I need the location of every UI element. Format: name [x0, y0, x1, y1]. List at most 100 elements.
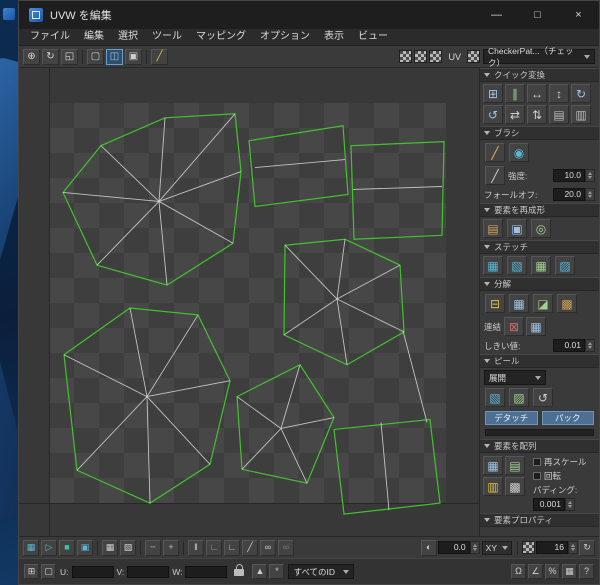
pen-edit-icon[interactable]: ╱	[242, 539, 258, 556]
make-square-icon[interactable]: ▣	[507, 219, 527, 238]
section-header-peel[interactable]: ピール	[480, 354, 599, 368]
paint-select-icon[interactable]: ╱	[151, 48, 168, 65]
peel-mode-icon[interactable]: ▧	[485, 388, 505, 407]
reset-peel-icon[interactable]: ↺	[533, 388, 553, 407]
snap-grid-icon[interactable]: ▧	[120, 539, 136, 556]
angle-snap-icon[interactable]: ∠	[528, 564, 543, 579]
uv-island[interactable]	[248, 125, 349, 208]
explode-by-material-icon[interactable]: ▩	[557, 294, 577, 313]
menu-options[interactable]: オプション	[253, 29, 317, 45]
material-id-filter[interactable]: すべてのID	[288, 564, 355, 579]
link-icon[interactable]: ∞	[260, 539, 276, 556]
strength-spinner[interactable]: 10.0	[553, 169, 595, 182]
freeform-mode-icon[interactable]: ▢	[87, 48, 104, 65]
freeze-icon[interactable]: *	[269, 564, 285, 579]
padding-spinner[interactable]: 0.001	[533, 498, 597, 511]
stitch-to-average-icon[interactable]: ▦	[531, 256, 551, 275]
lock-selection-icon[interactable]	[234, 564, 245, 576]
mirror-mode-icon[interactable]: ◫	[106, 48, 123, 65]
offset-mode-icon[interactable]: ▢	[41, 564, 56, 579]
spin-up-icon[interactable]	[588, 171, 592, 175]
scale-tool-icon[interactable]: ◱	[61, 48, 78, 65]
move-tool-icon[interactable]: ⊕	[23, 48, 40, 65]
move-horizontal-icon[interactable]: ╌	[145, 539, 161, 556]
show-map-icon[interactable]: ▷	[41, 539, 57, 556]
close-button[interactable]: ×	[558, 1, 599, 29]
spin-down-icon[interactable]	[588, 195, 592, 199]
section-header-stitch[interactable]: ステッチ	[480, 240, 599, 254]
show-grid-3d-icon[interactable]: ▣	[77, 539, 93, 556]
section-header-brush[interactable]: ブラシ	[480, 126, 599, 140]
menu-select[interactable]: 選択	[111, 29, 145, 45]
section-header-quick-transform[interactable]: クイック変換	[480, 68, 599, 82]
spin-up-icon[interactable]	[588, 341, 592, 345]
snap-toggle-icon[interactable]: ▣	[125, 48, 142, 65]
linear-align-icon[interactable]: ▤	[549, 105, 569, 124]
section-header-arrange[interactable]: 要素を配列	[480, 439, 599, 453]
relax-brush-icon[interactable]: ◉	[509, 143, 529, 162]
uv-space-icon[interactable]: ▦	[23, 539, 39, 556]
straighten-edge-icon[interactable]: ⇅	[527, 105, 547, 124]
maximize-button[interactable]: □	[517, 1, 558, 29]
explode-to-faces-icon[interactable]: ⊟	[485, 294, 505, 313]
straighten-selection-icon[interactable]: ▤	[483, 219, 503, 238]
align-vertical-icon[interactable]: ∥	[505, 84, 525, 103]
v-field[interactable]	[127, 565, 170, 578]
uv-canvas[interactable]	[19, 68, 479, 536]
rescale-checkbox[interactable]: 再スケール	[533, 456, 597, 468]
spin-up-icon[interactable]	[588, 190, 592, 194]
align-horizontal-icon[interactable]: ⊞	[483, 84, 503, 103]
space-vertical-icon[interactable]: ↕	[549, 84, 569, 103]
align-edge-icon[interactable]: ∟	[224, 539, 240, 556]
spin-down-icon[interactable]	[472, 548, 477, 552]
section-header-explode[interactable]: 分解	[480, 277, 599, 291]
break-icon[interactable]: ⊠	[504, 317, 525, 336]
menu-view[interactable]: ビュー	[351, 29, 395, 45]
spin-up-icon[interactable]	[472, 543, 477, 547]
spin-up-icon[interactable]	[571, 543, 575, 547]
minimize-button[interactable]: —	[476, 1, 517, 29]
spin-down-icon[interactable]	[588, 346, 592, 350]
detach-button[interactable]: デタッチ	[485, 411, 538, 425]
grid-snap-checker-icon[interactable]	[522, 541, 535, 554]
uv-island[interactable]	[350, 141, 445, 240]
stitch-to-source-icon[interactable]: ▧	[507, 256, 527, 275]
rotate-checkbox[interactable]: 回転	[533, 470, 597, 482]
peel-method-dropdown[interactable]: 展開	[484, 370, 546, 385]
rotate-tool-icon[interactable]: ↻	[42, 48, 59, 65]
checkbox-icon[interactable]	[533, 472, 541, 480]
spin-up-icon[interactable]	[568, 500, 572, 504]
mirror-bars-icon[interactable]: ‖	[188, 539, 204, 556]
menu-tools[interactable]: ツール	[145, 29, 189, 45]
menu-edit[interactable]: 編集	[77, 29, 111, 45]
checker-tile-a-icon[interactable]	[399, 50, 413, 63]
grid-align-icon[interactable]: ▥	[571, 105, 591, 124]
falloff-curve-icon[interactable]: ╱	[485, 166, 505, 185]
texture-dropdown[interactable]: CheckerPat...（チェック）	[483, 46, 595, 68]
stitch-custom-icon[interactable]: ▦	[483, 256, 503, 275]
pack-now-icon[interactable]: ▤	[505, 456, 525, 475]
spin-down-icon[interactable]	[571, 548, 575, 552]
w-field[interactable]	[185, 565, 228, 578]
grid-size-spinner[interactable]: 16	[536, 541, 578, 554]
pack-tight-icon[interactable]: ▩	[505, 477, 525, 496]
pack-button[interactable]: パック	[541, 411, 594, 425]
align-corner-icon[interactable]: ∟	[206, 539, 222, 556]
threshold-spinner[interactable]: 0.01	[553, 339, 595, 352]
space-horizontal-icon[interactable]: ↔	[527, 84, 547, 103]
pack-full-icon[interactable]: ▥	[483, 477, 503, 496]
spin-down-icon[interactable]	[568, 505, 572, 509]
stitch-to-target-icon[interactable]: ▨	[555, 256, 575, 275]
axis-selector[interactable]: XY	[481, 540, 512, 555]
help-icon[interactable]: ?	[579, 564, 594, 579]
weld-selected-icon[interactable]: ▦	[526, 317, 547, 336]
rotate-ccw-icon[interactable]: ↺	[483, 105, 503, 124]
pack-custom-icon[interactable]: ▦	[483, 456, 503, 475]
checker-tile-b-icon[interactable]	[414, 50, 428, 63]
explode-by-smoothing-icon[interactable]: ◪	[533, 294, 553, 313]
section-header-reshape[interactable]: 要素を再成形	[480, 203, 599, 217]
rotate-gizmo-icon[interactable]: ◐	[420, 539, 437, 556]
spin-down-icon[interactable]	[588, 176, 592, 180]
desktop-shortcut-icon[interactable]	[3, 8, 15, 20]
checker-tile-c-icon[interactable]	[429, 50, 443, 63]
